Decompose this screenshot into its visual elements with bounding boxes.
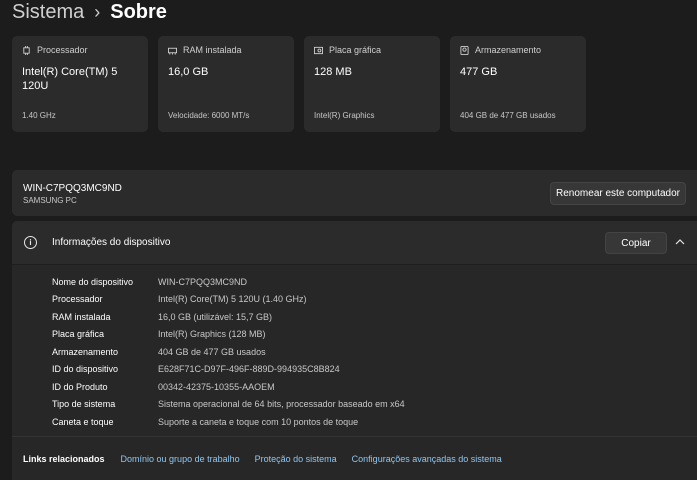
spec-row: Processador Intel(R) Core(TM) 5 120U (1.… (52, 291, 405, 309)
link-advanced-settings[interactable]: Configurações avançadas do sistema (352, 454, 502, 464)
spec-value: 00342-42375-10355-AAOEM (158, 381, 275, 392)
spec-row: Caneta e toque Suporte a caneta e toque … (52, 413, 405, 431)
spec-cards: Processador Intel(R) Core(TM) 5 120U 1.4… (12, 36, 586, 132)
card-processor: Processador Intel(R) Core(TM) 5 120U 1.4… (12, 36, 148, 132)
spec-row: ID do dispositivo E628F71C-D97F-496F-889… (52, 361, 405, 379)
breadcrumb-sistema[interactable]: Sistema (12, 1, 84, 24)
spec-label: Tipo de sistema (52, 399, 116, 410)
device-model: SAMSUNG PC (23, 196, 77, 205)
breadcrumb: Sistema › Sobre (12, 0, 167, 26)
spec-label: Armazenamento (52, 346, 119, 357)
spec-label: ID do Produto (52, 381, 108, 392)
spec-row: Placa gráfica Intel(R) Graphics (128 MB) (52, 326, 405, 344)
card-sub: 1.40 GHz (22, 111, 56, 120)
card-label: Processador (37, 45, 88, 55)
card-value: 16,0 GB (168, 66, 209, 78)
device-info-panel: i Informações do dispositivo Copiar Nome… (12, 221, 697, 480)
spec-label: Placa gráfica (52, 329, 105, 340)
spec-list: Nome do dispositivo WIN-C7PQQ3MC9ND Proc… (52, 273, 405, 431)
spec-label: Nome do dispositivo (52, 276, 134, 287)
spec-row: Nome do dispositivo WIN-C7PQQ3MC9ND (52, 273, 405, 291)
spec-row: RAM instalada 16,0 GB (utilizável: 15,7 … (52, 308, 405, 326)
card-label: Placa gráfica (329, 45, 382, 55)
spec-value: Sistema operacional de 64 bits, processa… (158, 399, 405, 410)
spec-label: RAM instalada (52, 311, 111, 322)
breadcrumb-chevron-icon: › (94, 1, 101, 22)
device-name: WIN-C7PQQ3MC9ND (23, 183, 122, 194)
spec-label: Processador (52, 294, 103, 305)
chevron-up-icon[interactable] (674, 236, 686, 248)
device-info-title: Informações do dispositivo (52, 237, 171, 248)
related-links-label: Links relacionados (23, 453, 105, 464)
card-sub: 404 GB de 477 GB usados (460, 111, 556, 120)
link-system-protection[interactable]: Proteção do sistema (255, 454, 337, 464)
processor-icon (23, 45, 30, 55)
card-sub: Velocidade: 6000 MT/s (168, 111, 250, 120)
card-value: 477 GB (460, 66, 498, 78)
spec-row: Tipo de sistema Sistema operacional de 6… (52, 396, 405, 414)
related-links: Links relacionados Domínio ou grupo de t… (12, 436, 697, 480)
card-label: Armazenamento (475, 45, 542, 55)
spec-label: ID do dispositivo (52, 364, 119, 375)
ram-icon (168, 47, 177, 55)
spec-value: Suporte a caneta e toque com 10 pontos d… (158, 416, 359, 427)
card-ram: RAM instalada 16,0 GB Velocidade: 6000 M… (158, 36, 294, 132)
card-label: RAM instalada (183, 45, 242, 55)
card-value: 128 MB (314, 66, 352, 78)
spec-value: 404 GB de 477 GB usados (158, 346, 266, 357)
page-title: Sobre (110, 0, 167, 23)
card-sub: Intel(R) Graphics (314, 111, 375, 120)
spec-value: E628F71C-D97F-496F-889D-994935C8B824 (158, 364, 340, 375)
card-value: Intel(R) Core(TM) 5 120U (22, 66, 118, 92)
card-graphics: Placa gráfica 128 MB Intel(R) Graphics (304, 36, 440, 132)
card-storage: Armazenamento 477 GB 404 GB de 477 GB us… (450, 36, 586, 132)
spec-value: Intel(R) Graphics (128 MB) (158, 329, 266, 340)
device-info-header[interactable]: i Informações do dispositivo Copiar (12, 221, 697, 265)
spec-value: 16,0 GB (utilizável: 15,7 GB) (158, 311, 273, 322)
rename-pc-button[interactable]: Renomear este computador (550, 182, 686, 205)
info-icon: i (24, 236, 37, 249)
storage-icon (460, 45, 469, 55)
spec-value: Intel(R) Core(TM) 5 120U (1.40 GHz) (158, 294, 307, 305)
spec-row: Armazenamento 404 GB de 477 GB usados (52, 343, 405, 361)
device-name-bar: WIN-C7PQQ3MC9ND SAMSUNG PC Renomear este… (12, 170, 697, 216)
graphics-card-icon (314, 46, 323, 54)
spec-label: Caneta e toque (52, 416, 114, 427)
spec-row: ID do Produto 00342-42375-10355-AAOEM (52, 378, 405, 396)
copy-button[interactable]: Copiar (605, 232, 667, 254)
link-domain-workgroup[interactable]: Domínio ou grupo de trabalho (121, 454, 240, 464)
spec-value: WIN-C7PQQ3MC9ND (158, 276, 248, 287)
